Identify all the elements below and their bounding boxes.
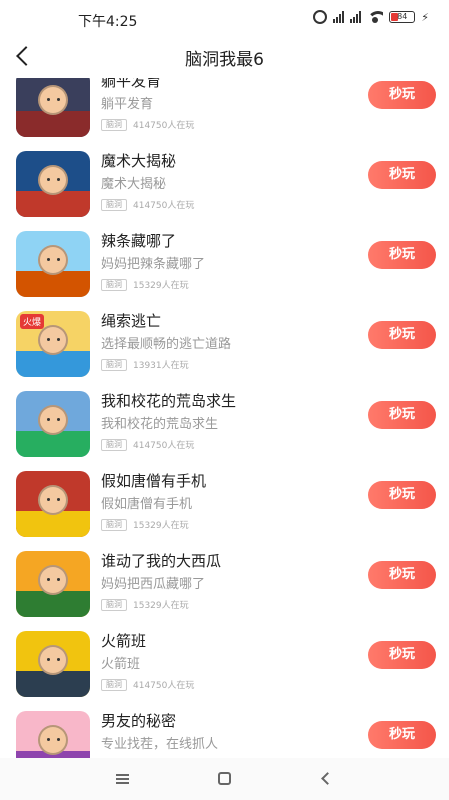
charging-icon: ⚡ [421, 10, 429, 24]
game-row[interactable]: 火箭班 火箭班 脑洞 414750人在玩 秒玩 [0, 626, 449, 706]
game-row[interactable]: 躺平发育 躺平发育 脑洞 414750人在玩 秒玩 [0, 78, 449, 146]
game-title: 躺平发育 [101, 78, 162, 90]
player-count: 15329人在玩 [133, 601, 189, 611]
back-nav-icon[interactable] [321, 772, 334, 785]
game-thumbnail[interactable] [16, 631, 90, 697]
category-tag: 脑洞 [101, 598, 127, 611]
game-thumbnail[interactable] [16, 151, 90, 217]
play-button[interactable]: 秒玩 [368, 481, 436, 509]
game-title: 魔术大揭秘 [101, 152, 177, 170]
game-thumbnail[interactable]: 火爆 [16, 311, 90, 377]
category-tag: 脑洞 [101, 198, 127, 211]
game-title: 火箭班 [101, 632, 147, 650]
play-button[interactable]: 秒玩 [368, 241, 436, 269]
play-button[interactable]: 秒玩 [368, 401, 436, 429]
player-count: 414750人在玩 [133, 681, 195, 691]
play-button[interactable]: 秒玩 [368, 81, 436, 109]
game-meta: 脑洞 13931人在玩 [101, 358, 189, 371]
game-row[interactable]: 谁动了我的大西瓜 妈妈把西瓜藏哪了 脑洞 15329人在玩 秒玩 [0, 546, 449, 626]
game-meta: 脑洞 414750人在玩 [101, 118, 194, 131]
category-tag: 脑洞 [101, 518, 127, 531]
game-title: 假如唐僧有手机 [101, 472, 207, 490]
game-description: 假如唐僧有手机 [101, 497, 193, 512]
game-title: 绳索逃亡 [101, 312, 162, 330]
game-description: 专业找茬，在线抓人 [101, 737, 219, 752]
play-button[interactable]: 秒玩 [368, 641, 436, 669]
home-icon[interactable] [218, 772, 231, 785]
status-bar: 下午4:25 84 ⚡ [0, 0, 449, 38]
game-thumbnail[interactable] [16, 231, 90, 297]
play-button[interactable]: 秒玩 [368, 321, 436, 349]
player-count: 15329人在玩 [133, 281, 189, 291]
game-meta: 脑洞 414750人在玩 [101, 678, 194, 691]
category-tag: 脑洞 [101, 278, 127, 291]
game-title: 辣条藏哪了 [101, 232, 177, 250]
game-description: 妈妈把辣条藏哪了 [101, 257, 206, 272]
player-count: 13931人在玩 [133, 361, 189, 371]
battery-icon: 84 [389, 11, 416, 23]
category-tag: 脑洞 [101, 358, 127, 371]
status-icons: 84 ⚡ [313, 10, 429, 24]
game-thumbnail[interactable] [16, 711, 90, 758]
game-title: 男友的秘密 [101, 712, 177, 730]
battery-level: 84 [397, 12, 408, 21]
game-meta: 脑洞 414750人在玩 [101, 438, 194, 451]
game-meta: 脑洞 15329人在玩 [101, 518, 189, 531]
game-thumbnail[interactable] [16, 551, 90, 617]
player-count: 414750人在玩 [133, 441, 195, 451]
game-row[interactable]: 我和校花的荒岛求生 我和校花的荒岛求生 脑洞 414750人在玩 秒玩 [0, 386, 449, 466]
game-row[interactable]: 辣条藏哪了妈妈把辣条藏哪了 脑洞 15329人在玩 秒玩 [0, 226, 449, 306]
game-title: 我和校花的荒岛求生 [101, 392, 237, 410]
play-button[interactable]: 秒玩 [368, 561, 436, 589]
wifi-icon [367, 11, 384, 23]
signal-icon [333, 11, 345, 23]
game-description: 魔术大揭秘 [101, 177, 167, 192]
game-thumbnail[interactable] [16, 391, 90, 457]
game-meta: 脑洞 15329人在玩 [101, 278, 189, 291]
game-row[interactable]: 男友的秘密专业找茬，在线抓人 秒玩 [0, 706, 449, 758]
page-title: 脑洞我最6 [185, 50, 264, 70]
game-description: 火箭班 [101, 657, 141, 672]
system-nav-bar [0, 758, 449, 800]
game-meta: 脑洞 414750人在玩 [101, 198, 194, 211]
alarm-icon [313, 10, 328, 24]
nav-bar: 脑洞我最6 [0, 38, 449, 78]
menu-icon[interactable] [116, 774, 129, 784]
player-count: 15329人在玩 [133, 521, 189, 531]
signal-icon-2 [350, 11, 362, 23]
game-row[interactable]: 假如唐僧有手机 假如唐僧有手机 脑洞 15329人在玩 秒玩 [0, 466, 449, 546]
game-description: 躺平发育 [101, 97, 154, 112]
game-thumbnail[interactable] [16, 471, 90, 537]
play-button[interactable]: 秒玩 [368, 161, 436, 189]
game-description: 选择最顺畅的逃亡道路 [101, 337, 232, 352]
status-time: 下午4:25 [78, 14, 138, 30]
game-description: 妈妈把西瓜藏哪了 [101, 577, 206, 592]
game-thumbnail[interactable] [16, 78, 90, 137]
game-list[interactable]: 躺平发育 躺平发育 脑洞 414750人在玩 秒玩 魔术大揭秘 魔术大揭秘 脑洞 414750人… [0, 78, 449, 758]
game-row[interactable]: 火爆 绳索逃亡选择最顺畅的逃亡道路 脑洞 13931人在玩 秒玩 [0, 306, 449, 386]
category-tag: 脑洞 [101, 678, 127, 691]
game-meta: 脑洞 15329人在玩 [101, 598, 189, 611]
game-row[interactable]: 魔术大揭秘 魔术大揭秘 脑洞 414750人在玩 秒玩 [0, 146, 449, 226]
category-tag: 脑洞 [101, 118, 127, 131]
play-button[interactable]: 秒玩 [368, 721, 436, 749]
player-count: 414750人在玩 [133, 121, 195, 131]
game-title: 谁动了我的大西瓜 [101, 552, 222, 570]
game-description: 我和校花的荒岛求生 [101, 417, 219, 432]
player-count: 414750人在玩 [133, 201, 195, 211]
category-tag: 脑洞 [101, 438, 127, 451]
hot-badge: 火爆 [20, 314, 45, 329]
